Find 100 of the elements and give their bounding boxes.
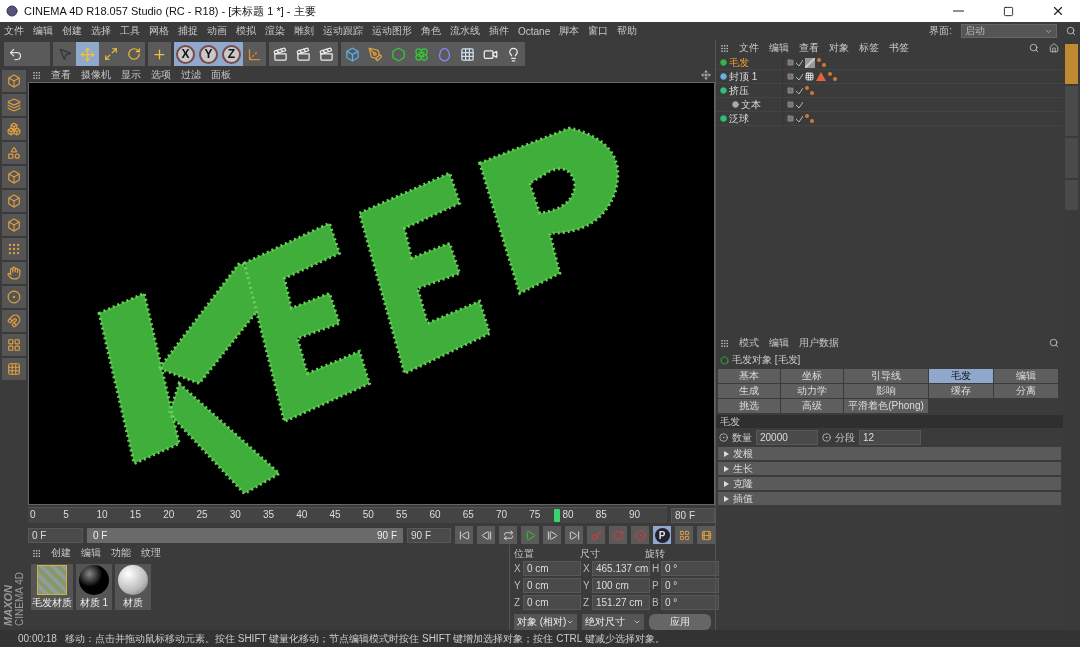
viewport-menu-item[interactable]: 显示 [121,68,141,83]
menu-item[interactable]: 渲染 [265,24,285,38]
menu-item[interactable]: 脚本 [559,24,580,38]
menu-item[interactable]: 文件 [4,24,24,38]
object-item[interactable]: 毛发 [729,55,749,70]
mode-tool-button[interactable] [2,238,26,260]
mode-tool-button[interactable] [2,94,26,116]
current-frame-field[interactable]: 80 F [671,507,715,523]
menu-item[interactable]: 窗口 [588,24,609,38]
material-preview[interactable] [118,565,148,595]
coordinate-field[interactable]: 0 cm [523,578,581,593]
attribute-tab[interactable]: 挑选 [718,399,780,413]
mode-tool-button[interactable] [2,310,26,332]
number-field[interactable]: 20000 [756,430,818,445]
attribute-tab[interactable]: 高级 [781,399,843,413]
menu-item[interactable]: 工具 [120,24,140,38]
menu-item[interactable]: 动画 [207,24,227,38]
viewport-menu-item[interactable]: 摄像机 [81,68,111,83]
viewport-menu-item[interactable]: 过滤 [181,68,201,83]
coordinate-field[interactable]: 0 ° [661,595,719,610]
coordinate-field[interactable]: 151.27 cm [592,595,650,610]
object-menu-item[interactable]: 标签 [859,41,879,55]
attribute-tab[interactable]: 平滑着色(Phong) [844,399,928,413]
attribute-tab[interactable]: 基本 [718,369,780,383]
attribute-tab[interactable]: 动力学 [781,384,843,398]
point-key-button[interactable] [675,526,693,544]
apply-button[interactable]: 应用 [649,614,711,630]
menu-item[interactable]: 插件 [489,24,509,38]
mode-tool-button[interactable] [2,118,26,140]
attribute-tab[interactable]: 毛发 [929,369,993,383]
coordinate-mode-dropdown[interactable]: 对象 (相对) [514,614,578,630]
object-menu-item[interactable]: 书签 [889,41,909,55]
object-menu-item[interactable]: 对象 [829,41,849,55]
start-frame-field[interactable]: 0 F [28,527,83,543]
menu-item[interactable]: 捕捉 [178,24,198,38]
object-menu-item[interactable]: 查看 [799,41,819,55]
coordinate-field[interactable]: 0 ° [661,578,719,593]
mode-tool-button[interactable] [2,142,26,164]
coordinate-field[interactable]: 0 cm [523,561,581,576]
object-menu-item[interactable]: 文件 [739,41,759,55]
number-field[interactable]: 12 [859,430,921,445]
material-preview[interactable] [79,565,109,595]
menu-item[interactable]: 选择 [91,24,111,38]
attribute-tab[interactable]: 坐标 [781,369,843,383]
viewport[interactable] [28,82,715,505]
mode-tool-button[interactable] [2,262,26,284]
mode-tool-button[interactable] [2,358,26,380]
menu-item[interactable]: 角色 [421,24,441,38]
attribute-menu-item[interactable]: 编辑 [769,336,789,350]
go-to-start-button[interactable] [455,526,473,544]
menu-item[interactable]: 运动图形 [372,24,412,38]
material-menu-item[interactable]: 功能 [111,546,131,560]
attribute-tab[interactable]: 编辑 [994,369,1058,383]
menu-item[interactable]: 创建 [62,24,82,38]
axis-lock-button[interactable]: Z [220,42,243,66]
collapsible-group[interactable]: 发根 [718,447,1061,460]
viewport-menu-item[interactable]: 选项 [151,68,171,83]
material-menu-item[interactable]: 编辑 [81,546,101,560]
collapsible-group[interactable]: 插值 [718,492,1061,505]
go-to-end-button[interactable] [565,526,583,544]
range-slider[interactable]: 0 F 90 F [87,527,403,543]
previous-key-button[interactable] [477,526,495,544]
attribute-menu-item[interactable]: 用户数据 [799,336,839,350]
menu-item[interactable]: 网格 [149,24,169,38]
viewport-menu-item[interactable]: 查看 [51,68,71,83]
menu-item[interactable]: 编辑 [33,24,53,38]
axis-lock-button[interactable]: X [174,42,197,66]
object-menu-item[interactable]: 编辑 [769,41,789,55]
collapsible-group[interactable]: 克隆 [718,477,1061,490]
attribute-tab[interactable]: 引导线 [844,369,928,383]
end-frame-field[interactable]: 90 F [407,527,451,543]
mode-tool-button[interactable] [2,334,26,356]
object-item[interactable]: 挤压 [729,83,749,98]
attribute-menu-item[interactable]: 模式 [739,336,759,350]
menu-item[interactable]: 模拟 [236,24,256,38]
size-mode-dropdown[interactable]: 绝对尺寸 [582,614,645,630]
coordinate-field[interactable]: 100 cm [592,578,650,593]
axis-lock-button[interactable]: Y [197,42,220,66]
menu-item[interactable]: Octane [518,25,551,37]
coordinate-field[interactable]: 0 cm [523,595,581,610]
attribute-tab[interactable]: 分离 [994,384,1058,398]
mode-tool-button[interactable] [2,190,26,212]
coordinate-field[interactable]: 0 ° [661,561,719,576]
attribute-tab[interactable]: 生成 [718,384,780,398]
timeline-ruler[interactable]: 0 5 10 15 20 25 30 35 40 45 50 55 60 65 70 75 80 85 90 [28,507,667,523]
attribute-tab[interactable]: 影响 [844,384,928,398]
mode-tool-button[interactable] [2,70,26,92]
material-menu-item[interactable]: 纹理 [141,546,161,560]
mode-tool-button[interactable] [2,214,26,236]
menu-item[interactable]: 雕刻 [294,24,314,38]
mode-tool-button[interactable] [2,286,26,308]
timeline-button[interactable] [697,526,715,544]
add-tool-button[interactable] [148,42,171,66]
parameter-key-button[interactable]: P [653,526,671,544]
coordinate-field[interactable]: 465.137 cm [592,561,650,576]
layout-dropdown[interactable]: 启动 [961,24,1057,38]
collapsible-group[interactable]: 生长 [718,462,1061,475]
menu-item[interactable]: 流水线 [450,24,480,38]
next-key-button[interactable] [543,526,561,544]
object-item[interactable]: 封顶 1 [729,69,758,84]
